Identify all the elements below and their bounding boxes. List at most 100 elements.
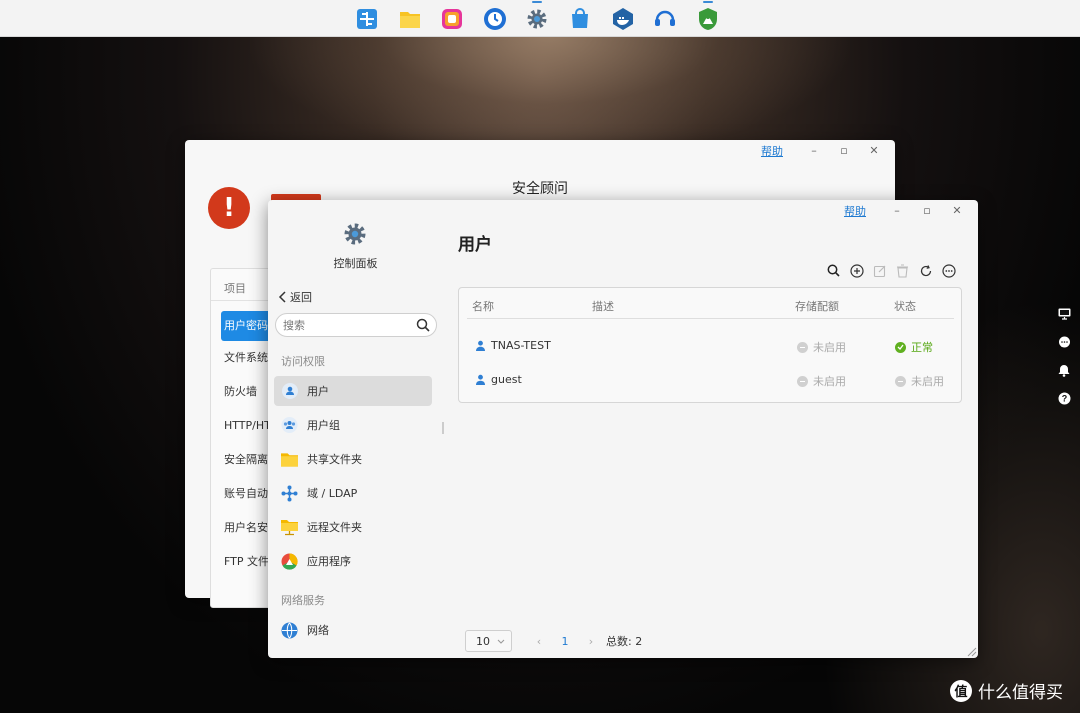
back-button[interactable]: 返回 [278,289,312,305]
nav-label: 共享文件夹 [307,453,362,466]
nav-item-network[interactable]: 网络 [274,615,432,645]
nav-item-users[interactable]: 用户 [274,376,432,406]
applications-icon [281,552,298,570]
user-icon [476,374,485,385]
watermark-logo: 值 [950,679,972,702]
table-row[interactable]: TNAS-TEST 未启用 正常 [459,329,961,363]
photos-icon[interactable] [439,6,465,32]
control-panel-window: 帮助 – ▫ ✕ 控制面板 返回 访问权限 用户 用户组 共享文件夹 [268,200,978,658]
refresh-icon[interactable] [918,263,933,278]
help-link[interactable]: 帮助 [761,143,783,159]
close-button[interactable]: ✕ [859,144,889,158]
next-page-button[interactable]: › [576,635,606,648]
backup-clock-icon[interactable] [482,6,508,32]
status-cell: 未启用 [895,373,944,389]
column-header-name[interactable]: 名称 [472,298,494,314]
nav-label: 网络 [307,624,329,637]
app-center-icon[interactable] [354,6,380,32]
search-box [275,313,437,337]
section-access-label: 访问权限 [281,355,325,368]
quota-value: 未启用 [813,341,846,354]
status-value: 正常 [911,341,933,354]
prev-page-button[interactable]: ‹ [524,635,554,648]
page-size-select[interactable]: 10 [465,630,512,652]
add-icon[interactable] [849,263,864,278]
pagination: 10 ‹ 1 › 总数: 2 [465,630,642,652]
user-name-cell: TNAS-TEST [475,339,551,352]
user-name: TNAS-TEST [491,339,551,352]
quota-cell: 未启用 [797,373,846,389]
app-title: 控制面板 [333,257,378,270]
quota-cell: 未启用 [797,339,846,355]
security-advisor-icon[interactable] [695,1,721,32]
column-header-quota[interactable]: 存储配额 [795,298,839,314]
desktop-widget-icon[interactable] [1057,307,1071,321]
file-manager-icon[interactable] [397,6,423,32]
chevron-left-icon [278,291,286,303]
back-label: 返回 [290,291,312,304]
minimize-button[interactable]: – [799,144,829,158]
column-header-status[interactable]: 状态 [894,298,916,314]
disabled-icon [797,341,808,353]
maximize-button[interactable]: ▫ [829,144,859,158]
search-icon[interactable] [826,263,841,278]
sidebar: 控制面板 返回 访问权限 用户 用户组 共享文件夹 域 / LDAP [268,200,443,658]
remote-folder-icon [281,519,298,536]
page-title: 用户 [458,235,492,255]
window-controls: 帮助 – ▫ ✕ [761,143,889,159]
disabled-icon [895,375,906,387]
total-count: 总数: 2 [606,635,643,648]
disabled-icon [797,375,808,387]
support-headset-icon[interactable] [652,6,678,32]
app-store-icon[interactable] [567,6,593,32]
nav-item-remote-folders[interactable]: 远程文件夹 [274,512,432,542]
nav-item-domain-ldap[interactable]: 域 / LDAP [274,478,432,508]
nav-item-applications[interactable]: 应用程序 [274,546,432,576]
users-table: 名称 描述 存储配额 状态 TNAS-TEST 未启用 正常 guest 未启用… [458,287,962,403]
wallpaper-highlight [250,36,850,156]
nav-label: 域 / LDAP [307,487,358,500]
table-header: 名称 描述 存储配额 状态 [467,288,954,319]
table-row[interactable]: guest 未启用 未启用 [459,363,961,397]
toolbar [826,263,956,278]
domain-ldap-icon [281,485,298,502]
main-content: 用户 名称 描述 存储配额 状态 TNAS-TEST 未启用 正常 guest … [443,200,978,658]
resize-grip-icon[interactable] [965,645,977,657]
delete-icon[interactable] [895,263,910,278]
page-size-value: 10 [476,634,490,648]
watermark-text: 什么值得买 [978,683,1063,703]
edit-icon[interactable] [872,263,887,278]
status-value: 未启用 [911,375,944,388]
user-name: guest [491,373,522,386]
user-icon [476,340,485,351]
nav-item-user-groups[interactable]: 用户组 [274,410,432,440]
search-icon[interactable] [416,318,430,332]
page-number[interactable]: 1 [554,635,576,648]
shared-folder-icon [281,451,298,468]
docker-icon[interactable] [610,6,636,32]
chevron-down-icon [497,639,505,644]
user-name-cell: guest [475,373,522,386]
top-dock [0,0,1080,37]
watermark: 值 什么值得买 [950,678,1063,703]
notification-bell-icon[interactable] [1057,363,1071,377]
user-group-icon [281,417,298,434]
control-panel-icon[interactable] [524,1,550,32]
nav-label: 用户组 [307,419,340,432]
status-cell: 正常 [895,339,933,355]
check-circle-icon [895,341,906,353]
more-icon[interactable] [941,263,956,278]
quota-value: 未启用 [813,375,846,388]
control-panel-gear-icon [344,223,366,245]
nav-label: 应用程序 [307,555,351,568]
network-globe-icon [281,622,298,639]
column-header-description[interactable]: 描述 [592,298,614,314]
nav-label: 远程文件夹 [307,521,362,534]
user-icon [281,383,298,400]
alert-icon: ! [208,187,250,229]
help-question-icon[interactable]: ? [1057,391,1071,405]
message-icon[interactable] [1057,335,1071,349]
nav-item-shared-folders[interactable]: 共享文件夹 [274,444,432,474]
search-input[interactable] [276,314,406,336]
nav-label: 用户 [307,385,329,398]
